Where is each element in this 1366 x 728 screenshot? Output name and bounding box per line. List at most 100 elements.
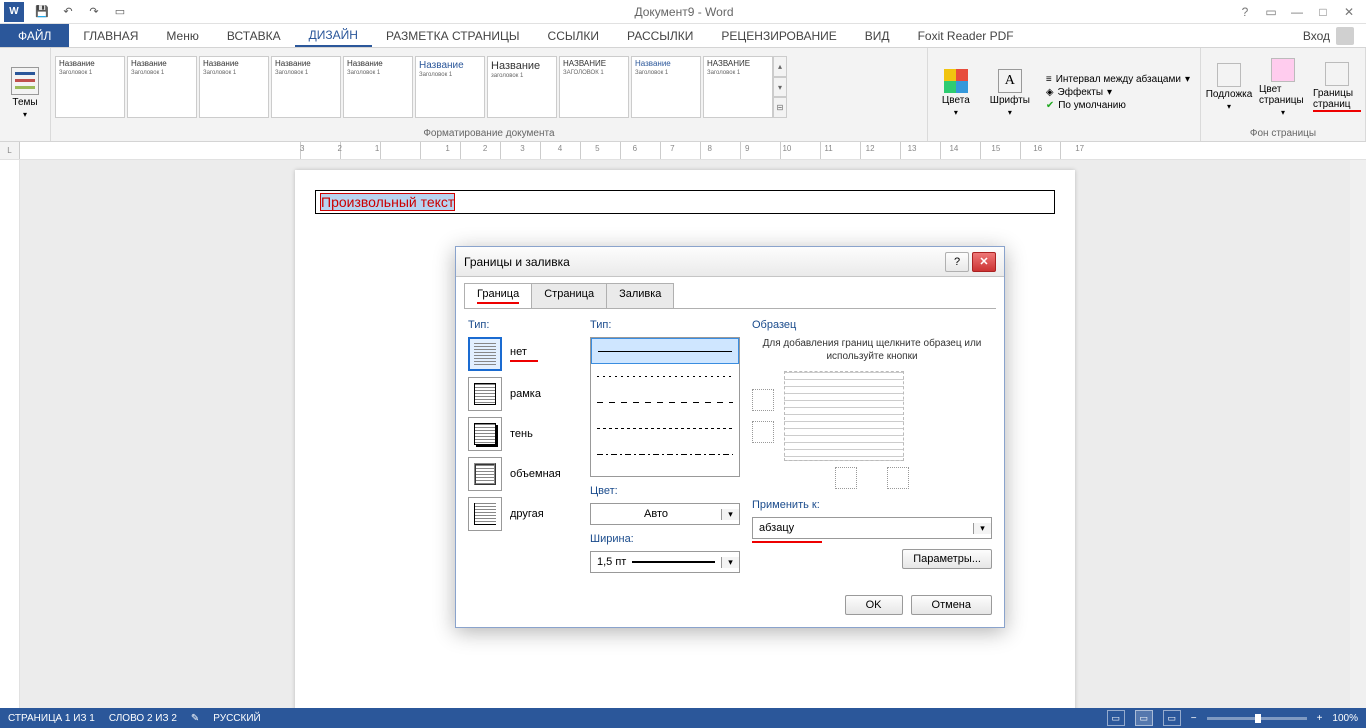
tab-review[interactable]: РЕЦЕНЗИРОВАНИЕ [707,24,850,47]
horizontal-ruler[interactable]: L 3211234567891011121314151617 [0,142,1366,160]
titlebar: W 💾 ↶ ↷ ▭ Документ9 - Word ? ▭ — □ ✕ [0,0,1366,24]
status-words[interactable]: СЛОВО 2 ИЗ 2 [109,713,177,724]
borders-shading-dialog: Границы и заливка ? ✕ Граница Страница З… [455,246,1005,628]
style-item: НАЗВАНИЕЗАГОЛОВОК 1 [559,56,629,118]
maximize-icon[interactable]: □ [1312,2,1334,22]
status-page[interactable]: СТРАНИЦА 1 ИЗ 1 [8,713,95,724]
tab-menu[interactable]: Меню [152,24,212,47]
style-item: Названиезаголовок 1 [487,56,557,118]
proofing-icon[interactable]: ✎ [191,713,199,724]
redo-icon[interactable]: ↷ [84,2,104,22]
width-combo[interactable]: 1,5 пт▾ [590,551,740,573]
page-color-button[interactable]: Цвет страницы▾ [1259,58,1307,117]
linetype-label: Тип: [590,319,740,331]
set-default-button[interactable]: ✔По умолчанию [1046,100,1190,111]
style-item: НазваниеЗаголовок 1 [199,56,269,118]
tab-view[interactable]: ВИД [851,24,904,47]
status-bar: СТРАНИЦА 1 ИЗ 1 СЛОВО 2 ИЗ 2 ✎ РУССКИЙ ▭… [0,708,1366,728]
type-3d[interactable]: объемная [468,457,578,491]
vertical-scrollbar[interactable] [1350,160,1366,708]
read-mode-icon[interactable]: ▭ [1107,710,1125,726]
close-icon[interactable]: ✕ [1338,2,1360,22]
file-tab[interactable]: ФАЙЛ [0,24,69,47]
new-doc-icon[interactable]: ▭ [110,2,130,22]
zoom-slider[interactable] [1207,717,1307,720]
type-none[interactable]: нет [468,337,578,371]
preview-canvas[interactable] [784,371,904,461]
tab-references[interactable]: ССЫЛКИ [534,24,613,47]
save-icon[interactable]: 💾 [32,2,52,22]
tab-layout[interactable]: РАЗМЕТКА СТРАНИЦЫ [372,24,534,47]
width-label: Ширина: [590,533,740,545]
type-section-label: Тип: [468,319,578,331]
avatar-icon [1336,27,1354,45]
minimize-icon[interactable]: — [1286,2,1308,22]
format-group-label: Форматирование документа [51,126,927,141]
quick-access-toolbar: 💾 ↶ ↷ ▭ [28,2,134,22]
watermark-button[interactable]: Подложка▾ [1205,63,1253,111]
apply-to-combo[interactable]: абзацу▾ [752,517,992,539]
tab-foxit[interactable]: Foxit Reader PDF [904,24,1028,47]
check-icon: ✔ [1046,100,1054,111]
fonts-icon: A [998,69,1022,93]
zoom-out-icon[interactable]: − [1191,713,1197,724]
style-item: НазваниеЗаголовок 1 [343,56,413,118]
undo-icon[interactable]: ↶ [58,2,78,22]
zoom-level[interactable]: 100% [1332,713,1358,724]
cancel-button[interactable]: Отмена [911,595,992,615]
style-item: НазваниеЗаголовок 1 [271,56,341,118]
color-combo[interactable]: Авто▾ [590,503,740,525]
effects-button[interactable]: ◈Эффекты ▾ [1046,87,1190,98]
help-icon[interactable]: ? [1234,2,1256,22]
paragraph-spacing-button[interactable]: ≡Интервал между абзацами ▾ [1046,74,1190,85]
dialog-titlebar[interactable]: Границы и заливка ? ✕ [456,247,1004,277]
type-custom[interactable]: другая [468,497,578,531]
parameters-button[interactable]: Параметры... [902,549,992,569]
spacing-icon: ≡ [1046,74,1052,85]
watermark-icon [1217,63,1241,87]
web-layout-icon[interactable]: ▭ [1163,710,1181,726]
page-borders-icon [1325,62,1349,86]
selected-text[interactable]: Произвольный текст [320,193,455,211]
login-button[interactable]: Вход [1291,24,1366,47]
bordered-paragraph[interactable]: Произвольный текст [315,190,1055,214]
fonts-button[interactable]: AШрифты▾ [986,69,1034,117]
status-language[interactable]: РУССКИЙ [213,713,260,724]
print-layout-icon[interactable]: ▭ [1135,710,1153,726]
tab-border[interactable]: Граница [464,283,532,308]
zoom-in-icon[interactable]: + [1317,713,1323,724]
themes-button[interactable]: Темы▾ [4,67,46,119]
colors-fonts-group: Цвета▾ AШрифты▾ ≡Интервал между абзацами… [928,48,1201,141]
ribbon-options-icon[interactable]: ▭ [1260,2,1282,22]
tab-shading[interactable]: Заливка [606,283,674,308]
tab-home[interactable]: ГЛАВНАЯ [69,24,152,47]
style-item: НазваниеЗаголовок 1 [631,56,701,118]
gallery-scroll[interactable]: ▴▾⊟ [773,56,787,118]
type-box[interactable]: рамка [468,377,578,411]
tab-design[interactable]: ДИЗАЙН [295,24,372,47]
colors-button[interactable]: Цвета▾ [932,69,980,117]
type-shadow[interactable]: тень [468,417,578,451]
border-top-toggle[interactable] [752,389,774,411]
dialog-close-icon[interactable]: ✕ [972,252,996,272]
style-gallery[interactable]: НазваниеЗаголовок 1 НазваниеЗаголовок 1 … [55,56,773,118]
word-app-icon: W [4,2,24,22]
border-right-toggle[interactable] [887,467,909,489]
style-item: НазваниеЗаголовок 1 [415,56,485,118]
dialog-help-icon[interactable]: ? [945,252,969,272]
tab-insert[interactable]: ВСТАВКА [213,24,295,47]
border-left-toggle[interactable] [835,467,857,489]
tab-mailings[interactable]: РАССЫЛКИ [613,24,707,47]
window-controls: ? ▭ — □ ✕ [1234,2,1366,22]
ok-button[interactable]: OK [845,595,903,615]
line-style-list[interactable] [590,337,740,477]
dialog-title: Границы и заливка [464,255,942,269]
dialog-tabs: Граница Страница Заливка [456,277,1004,308]
border-bottom-toggle[interactable] [752,421,774,443]
tab-page[interactable]: Страница [531,283,607,308]
page-borders-button[interactable]: Границы страниц [1313,62,1361,112]
themes-group: Темы▾ [0,48,51,141]
style-item: НАЗВАНИЕЗаголовок 1 [703,56,773,118]
vertical-ruler[interactable] [0,160,20,708]
formatting-group: НазваниеЗаголовок 1 НазваниеЗаголовок 1 … [51,48,928,141]
